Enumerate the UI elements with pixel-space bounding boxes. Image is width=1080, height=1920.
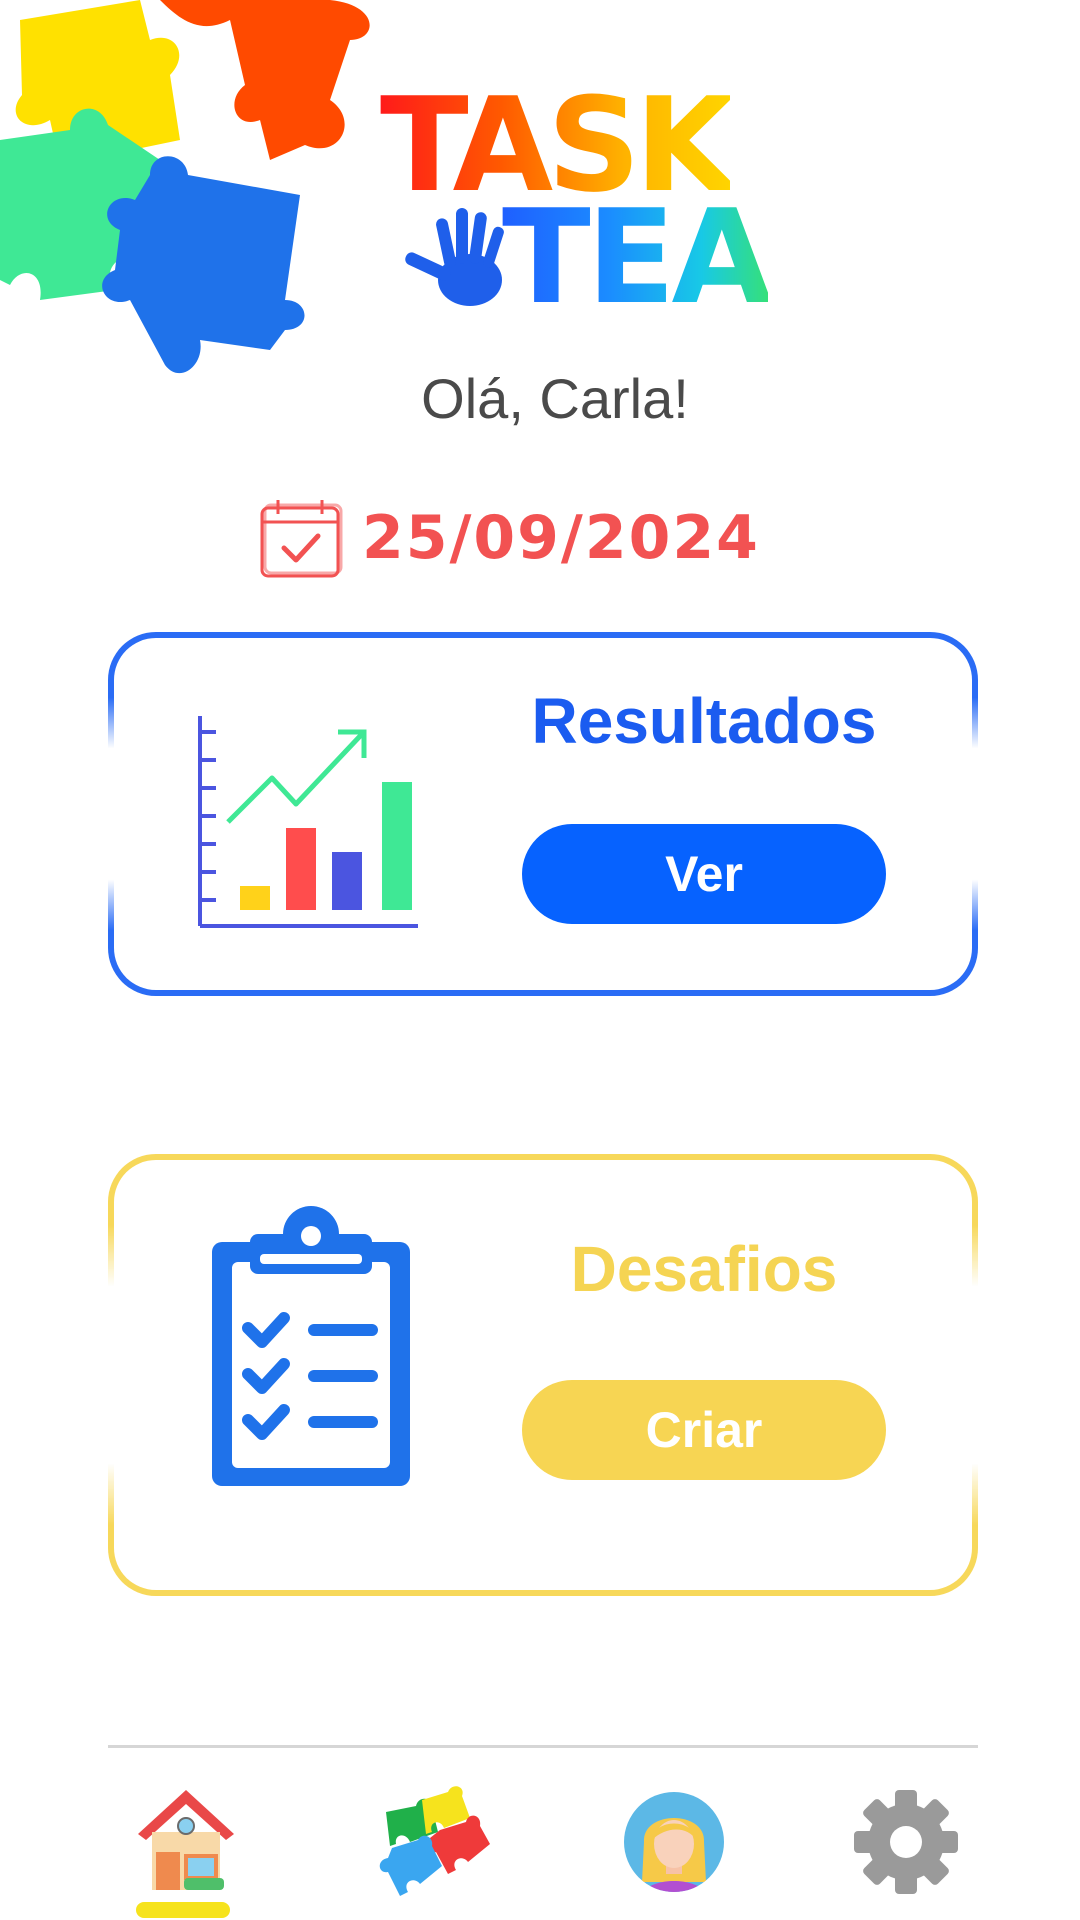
bar-chart-growth-icon	[198, 716, 418, 928]
challenges-title: Desafios	[570, 1233, 838, 1305]
puzzle-decoration-icon	[0, 0, 370, 374]
view-results-button[interactable]: Ver	[522, 824, 886, 924]
greeting-text: Olá, Carla!	[421, 367, 689, 430]
calendar-check-icon	[260, 500, 343, 578]
bottom-nav-divider	[108, 1745, 978, 1748]
results-card: Resultados Ver	[108, 632, 978, 996]
logo-text-tea: TEA	[502, 181, 772, 333]
nav-profile[interactable]	[614, 1782, 734, 1902]
nav-active-indicator	[136, 1902, 230, 1918]
nav-home[interactable]	[126, 1782, 246, 1902]
puzzle-icon	[379, 1786, 490, 1896]
results-title: Resultados	[531, 685, 877, 757]
home-icon	[138, 1790, 234, 1890]
nav-settings[interactable]	[846, 1782, 966, 1902]
date-row: 25/09/2024	[256, 496, 760, 580]
gear-icon	[854, 1790, 958, 1894]
create-challenge-button[interactable]: Criar	[522, 1380, 886, 1480]
clipboard-checklist-icon	[212, 1206, 410, 1486]
avatar-icon	[624, 1792, 724, 1892]
nav-puzzles[interactable]	[376, 1782, 496, 1902]
current-date: 25/09/2024	[362, 503, 760, 573]
challenges-card: Desafios Criar	[108, 1154, 978, 1596]
app-logo: TASK TEA	[380, 80, 772, 322]
